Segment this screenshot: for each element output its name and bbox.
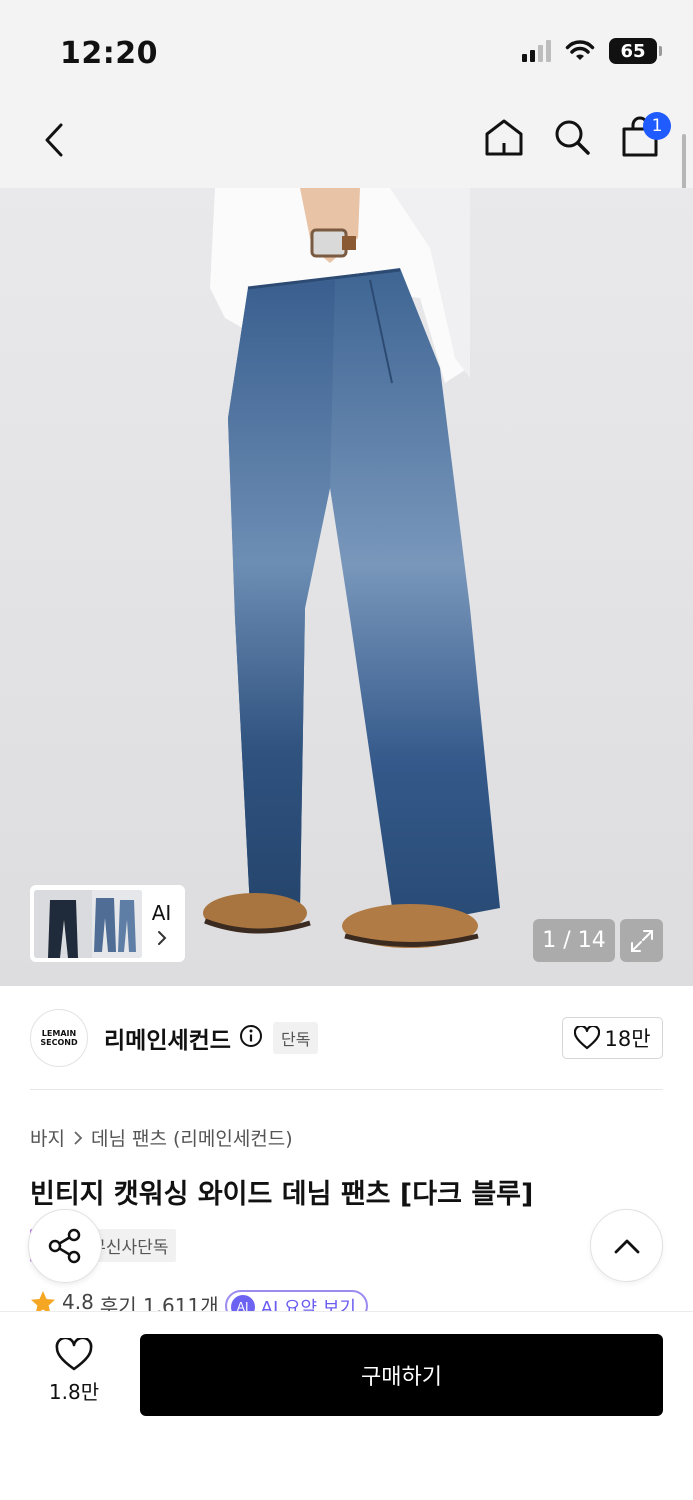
star-icon [31,1291,55,1312]
cellular-signal-icon [522,40,551,62]
rating-value: 4.8 [62,1290,94,1312]
expand-icon [630,929,653,952]
review-summary: 4.8 후기 1,611개 AI AI 요약 보기 [30,1290,368,1312]
search-button[interactable] [551,114,593,160]
buy-button[interactable]: 구매하기 [140,1334,663,1416]
ai-summary-label: AI 요약 보기 [260,1298,356,1312]
product-like-button[interactable]: 1.8만 [40,1338,108,1405]
product-like-count: 1.8만 [48,1380,100,1404]
cart-count-badge: 1 [643,112,671,140]
heart-icon [55,1338,93,1371]
header-actions: 1 [483,112,671,160]
search-icon [555,120,590,155]
ai-summary-button[interactable]: AI AI 요약 보기 [224,1290,368,1312]
product-image-gallery[interactable]: AI 1 / 14 [0,188,693,986]
ai-thumbnail-card[interactable]: AI [30,885,185,962]
back-button[interactable] [34,118,74,162]
product-title: 빈티지 캣워싱 와이드 데님 팬츠 [다크 블루] [30,1179,534,1210]
brand-logo-text: LEMAIN SECOND [40,1029,78,1047]
heart-icon [574,1026,601,1050]
divider [30,1089,663,1090]
cart-button[interactable]: 1 [619,112,671,160]
brand-like-count: 18만 [604,1027,651,1051]
chevron-left-icon [45,123,63,157]
exclusive-tag: 단독 [272,1022,319,1054]
wifi-icon [565,40,595,60]
brand-logo[interactable]: LEMAIN SECOND [30,1009,88,1067]
chevron-up-icon [614,1239,639,1253]
top-header: 12:20 65 1 [0,0,693,202]
ai-label: AI [151,900,172,925]
brand-like-button[interactable]: 18만 [562,1017,663,1059]
info-icon [239,1025,262,1047]
breadcrumb-category[interactable]: 바지 [30,1124,65,1151]
chevron-right-icon [157,930,166,945]
thumbnail-image [34,889,142,958]
breadcrumb-subcategory[interactable]: 데님 팬츠 (리메인세컨드) [91,1124,293,1151]
status-icons: 65 [522,38,662,64]
expand-button[interactable] [620,919,663,962]
bottom-purchase-bar: 1.8만 구매하기 [0,1311,693,1500]
image-counter: 1 / 14 [533,919,615,962]
ai-badge-icon: AI [230,1295,255,1312]
status-time: 12:20 [60,36,158,71]
brand-name[interactable]: 리메인세컨드 [104,1021,231,1055]
chevron-right-icon [74,1130,83,1145]
home-icon [485,119,523,156]
breadcrumb: 바지 데님 팬츠 (리메인세컨드) [30,1124,293,1151]
review-count[interactable]: 후기 1,611개 [100,1290,219,1312]
product-photo [203,188,500,948]
brand-row: LEMAIN SECOND 리메인세컨드 단독 18만 [30,1008,663,1068]
battery-icon: 65 [609,38,662,64]
brand-info-button[interactable] [239,1024,263,1052]
scroll-to-top-button[interactable] [590,1209,663,1282]
share-button[interactable] [28,1209,102,1283]
ai-thumbnail-label: AI [142,901,181,947]
home-button[interactable] [483,114,525,160]
share-icon [48,1228,81,1264]
